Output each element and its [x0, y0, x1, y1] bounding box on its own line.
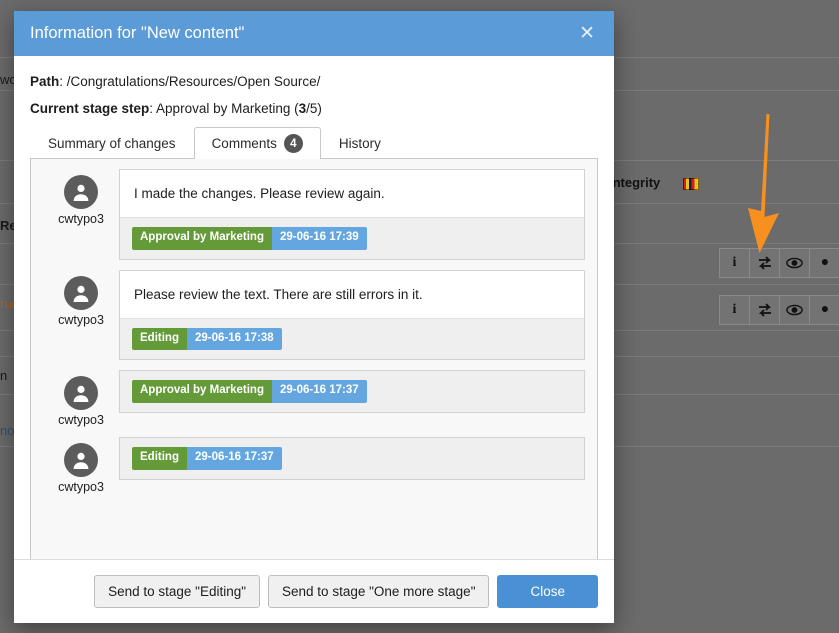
comment-author: cwtypo3: [43, 370, 119, 427]
user-avatar-icon: [64, 443, 98, 477]
comment-item: cwtypo3 Please review the text. There are…: [43, 269, 585, 360]
comment-author-name: cwtypo3: [58, 413, 104, 427]
comment-text: Please review the text. There are still …: [120, 271, 584, 319]
close-icon[interactable]: ✕: [574, 21, 600, 46]
stage-open-paren: (: [290, 101, 299, 116]
stage-close-paren: ): [317, 101, 322, 116]
stage-badge: Editing: [132, 447, 187, 470]
comment-meta: Approval by Marketing 29-06-16 17:37: [120, 371, 584, 412]
background-text-fragment: n: [0, 368, 8, 383]
extra-icon[interactable]: ●: [810, 249, 839, 277]
comment-author-name: cwtypo3: [58, 212, 104, 226]
info-icon[interactable]: i: [720, 249, 750, 277]
tab-badge-count: 4: [283, 134, 303, 153]
comment-meta: Editing 29-06-16 17:37: [120, 438, 584, 479]
comment-author-name: cwtypo3: [58, 480, 104, 494]
comment-stage-badge-group: Editing 29-06-16 17:37: [132, 447, 282, 470]
date-badge: 29-06-16 17:38: [186, 327, 282, 350]
path-label: Path: [30, 74, 60, 89]
row-actions-toolbar[interactable]: i ●: [719, 248, 839, 278]
tab-comments[interactable]: Comments 4: [193, 127, 321, 159]
tab-label: Summary of changes: [48, 135, 176, 151]
date-badge: 29-06-16 17:37: [186, 447, 282, 470]
information-modal: Information for "New content" ✕ Path: /C…: [14, 11, 614, 623]
comment-body: Editing 29-06-16 17:37: [119, 437, 585, 480]
comment-text: I made the changes. Please review again.: [120, 170, 584, 218]
flag-icon: [683, 178, 699, 190]
stage-step-line: Current stage step: Approval by Marketin…: [30, 101, 598, 116]
tab-label: History: [338, 135, 381, 151]
swap-icon[interactable]: [750, 296, 780, 324]
comment-meta: Editing 29-06-16 17:38: [120, 318, 584, 359]
comment-item: cwtypo3 Approval by Marketing 29-06-16 17:…: [43, 370, 585, 427]
comment-meta: Approval by Marketing 29-06-16 17:39: [120, 218, 584, 259]
info-icon[interactable]: i: [720, 296, 750, 324]
integrity-column-label: Integrity: [609, 175, 661, 190]
modal-tabs: Summary of changes Comments 4 History: [30, 127, 598, 159]
comment-author: cwtypo3: [43, 437, 119, 494]
stage-badge: Editing: [132, 327, 187, 350]
comment-stage-badge-group: Approval by Marketing 29-06-16 17:37: [132, 380, 367, 403]
stage-step-label: Current stage step: [30, 101, 150, 116]
stage-current: 3: [298, 101, 307, 116]
close-button[interactable]: Close: [497, 575, 598, 608]
comment-item: cwtypo3 I made the changes. Please review…: [43, 169, 585, 260]
user-avatar-icon: [64, 275, 98, 310]
tab-label: Comments: [211, 136, 277, 151]
comment-body: Please review the text. There are still …: [119, 269, 585, 360]
row-actions-toolbar[interactable]: i ●: [719, 295, 839, 325]
swap-icon[interactable]: [750, 249, 780, 277]
comment-author: cwtypo3: [43, 270, 119, 327]
comments-tab-panel: cwtypo3 I made the changes. Please review…: [30, 159, 598, 559]
comment-stage-badge-group: Editing 29-06-16 17:38: [132, 327, 282, 350]
path-line: Path: /Congratulations/Resources/Open So…: [30, 74, 598, 89]
date-badge: 29-06-16 17:37: [271, 380, 367, 403]
modal-body: Path: /Congratulations/Resources/Open So…: [14, 56, 614, 559]
comment-body: Approval by Marketing 29-06-16 17:37: [119, 370, 585, 413]
eye-icon[interactable]: [780, 296, 810, 324]
stage-badge: Approval by Marketing: [132, 380, 272, 403]
stage-badge: Approval by Marketing: [132, 227, 272, 250]
user-avatar-icon: [64, 175, 98, 209]
modal-title: Information for "New content": [30, 24, 245, 42]
send-to-stage-one-more-stage-button[interactable]: Send to stage "One more stage": [268, 575, 490, 608]
tab-history[interactable]: History: [321, 127, 399, 158]
comment-stage-badge-group: Approval by Marketing 29-06-16 17:39: [132, 227, 367, 250]
modal-footer: Send to stage "Editing" Send to stage "O…: [14, 559, 614, 623]
user-avatar-icon: [64, 376, 98, 410]
send-to-stage-editing-button[interactable]: Send to stage "Editing": [94, 575, 261, 608]
modal-header: Information for "New content" ✕: [14, 11, 614, 56]
extra-icon[interactable]: ●: [810, 296, 839, 324]
comment-author: cwtypo3: [43, 169, 119, 226]
path-separator: :: [59, 74, 67, 89]
tab-summary-of-changes[interactable]: Summary of changes: [30, 127, 194, 158]
path-value: /Congratulations/Resources/Open Source/: [66, 74, 321, 89]
date-badge: 29-06-16 17:39: [271, 227, 367, 250]
comment-author-name: cwtypo3: [58, 312, 104, 327]
comment-item: cwtypo3 Editing 29-06-16 17:37: [43, 437, 585, 494]
comment-body: I made the changes. Please review again.…: [119, 169, 585, 260]
eye-icon[interactable]: [780, 249, 810, 277]
stage-name: Approval by Marketing: [156, 101, 291, 116]
